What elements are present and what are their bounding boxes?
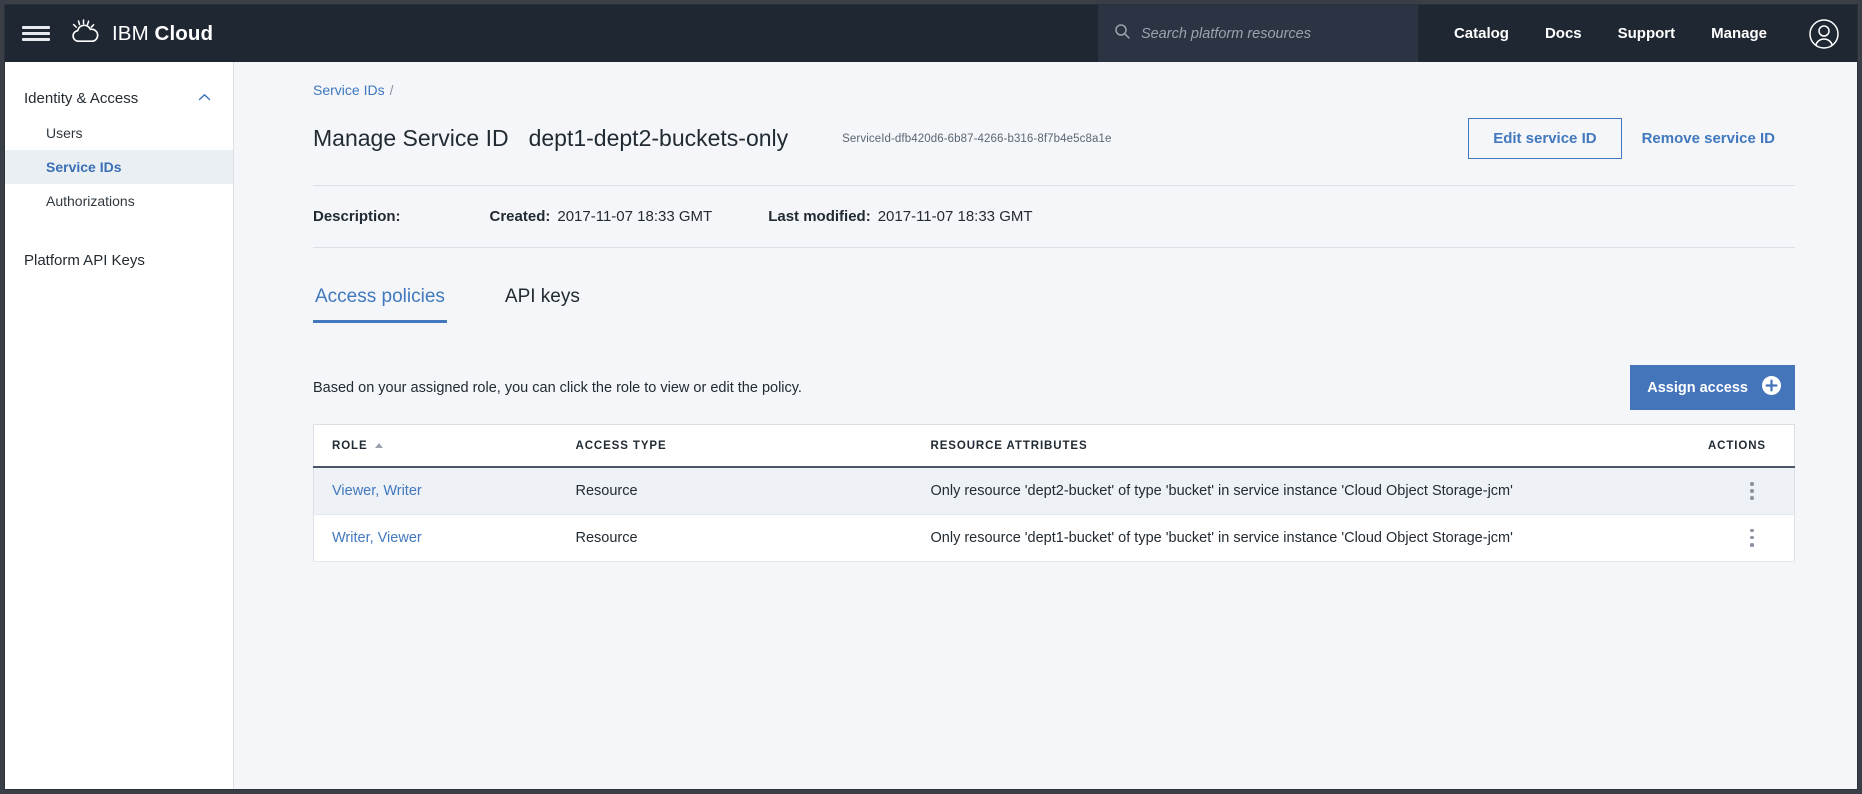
hamburger-bar <box>22 32 50 35</box>
tab-bar: Access policies API keys <box>313 248 1795 323</box>
overflow-menu-icon[interactable] <box>1750 482 1754 500</box>
brand-title: IBM Cloud <box>112 22 213 46</box>
nav-link-manage[interactable]: Manage <box>1693 5 1785 62</box>
plus-circle-icon <box>1762 376 1781 399</box>
nav-link-support[interactable]: Support <box>1600 5 1694 62</box>
assign-access-button[interactable]: Assign access <box>1630 365 1795 410</box>
page-title-actions: Edit service ID Remove service ID <box>1468 118 1795 159</box>
search-placeholder: Search platform resources <box>1140 25 1311 42</box>
last-modified-block: Last modified: 2017-11-07 18:33 GMT <box>768 208 1032 225</box>
role-link[interactable]: Viewer, Writer <box>332 483 422 499</box>
sidebar-item-authorizations[interactable]: Authorizations <box>5 184 233 218</box>
cell-access-type: Resource <box>563 467 919 515</box>
ibm-cloud-brand[interactable]: IBM Cloud <box>67 5 233 62</box>
user-avatar-icon[interactable] <box>1791 5 1857 62</box>
cell-access-type: Resource <box>563 514 919 562</box>
nav-link-docs[interactable]: Docs <box>1527 5 1600 62</box>
created-block: Created: 2017-11-07 18:33 GMT <box>490 208 713 225</box>
chevron-up-icon[interactable] <box>198 89 211 107</box>
cell-resource-attributes: Only resource 'dept1-bucket' of type 'bu… <box>918 514 1620 562</box>
table-toolbar: Based on your assigned role, you can cli… <box>313 323 1795 424</box>
tab-access-policies[interactable]: Access policies <box>313 278 447 323</box>
description-label: Description: <box>313 208 401 225</box>
table-row[interactable]: Viewer, Writer Resource Only resource 'd… <box>313 467 1795 515</box>
column-header-role-label: ROLE <box>332 440 368 452</box>
search-input[interactable]: Search platform resources <box>1097 5 1418 62</box>
last-modified-label: Last modified: <box>768 208 871 225</box>
created-value: 2017-11-07 18:33 GMT <box>557 208 713 225</box>
edit-service-id-button[interactable]: Edit service ID <box>1468 118 1622 159</box>
page-title-row: Manage Service ID dept1-dept2-buckets-on… <box>313 98 1795 186</box>
top-navigation-bar: IBM Cloud Search platform resources Cata… <box>5 5 1857 62</box>
created-label: Created: <box>489 208 551 225</box>
brand-prefix: IBM <box>112 21 149 45</box>
remove-service-id-button[interactable]: Remove service ID <box>1622 119 1795 158</box>
table-hint-text: Based on your assigned role, you can cli… <box>313 379 802 396</box>
metadata-row: Description: Created: 2017-11-07 18:33 G… <box>313 186 1795 248</box>
last-modified-value: 2017-11-07 18:33 GMT <box>877 208 1033 225</box>
table-row[interactable]: Writer, Viewer Resource Only resource 'd… <box>313 514 1795 562</box>
hamburger-bar <box>22 38 50 41</box>
breadcrumb-separator: / <box>389 82 394 98</box>
cell-actions <box>1619 467 1795 515</box>
cell-actions <box>1619 514 1795 562</box>
nav-link-catalog[interactable]: Catalog <box>1436 5 1527 62</box>
page-title: Manage Service ID <box>313 125 509 151</box>
service-id-guid: ServiceId-dfb420d6-6b87-4266-b316-8f7b4e… <box>842 132 1112 145</box>
search-icon <box>1114 23 1131 45</box>
ibm-cloud-logo-icon <box>67 17 101 50</box>
hamburger-bar <box>22 26 50 29</box>
breadcrumb: Service IDs / <box>313 62 1795 98</box>
role-link[interactable]: Writer, Viewer <box>332 530 422 546</box>
page-body: Identity & Access Users Service IDs Auth… <box>5 62 1857 789</box>
sidebar-item-platform-api-keys[interactable]: Platform API Keys <box>5 241 233 280</box>
table-header-row: ROLE ACCESS TYPE RESOURCE ATTRIBUTES ACT… <box>313 424 1795 468</box>
access-policies-table: ROLE ACCESS TYPE RESOURCE ATTRIBUTES ACT… <box>313 424 1795 562</box>
column-header-resource-attributes[interactable]: RESOURCE ATTRIBUTES <box>918 424 1620 468</box>
sidebar-item-users[interactable]: Users <box>5 116 233 150</box>
brand-suffix: Cloud <box>154 21 214 45</box>
column-header-actions: ACTIONS <box>1619 424 1795 468</box>
application-window: IBM Cloud Search platform resources Cata… <box>4 4 1858 790</box>
sidebar: Identity & Access Users Service IDs Auth… <box>5 62 234 789</box>
topnav-links: Catalog Docs Support Manage <box>1418 5 1791 62</box>
overflow-menu-icon[interactable] <box>1750 528 1754 547</box>
main-content: Service IDs / Manage Service ID dept1-dep… <box>234 62 1857 789</box>
description-block: Description: <box>313 208 408 225</box>
topnav-spacer <box>233 5 1098 62</box>
table-body: Viewer, Writer Resource Only resource 'd… <box>313 467 1795 562</box>
hamburger-menu-icon[interactable] <box>5 5 67 62</box>
sidebar-group-identity-and-access[interactable]: Identity & Access <box>5 80 233 116</box>
cell-role: Viewer, Writer <box>313 467 564 515</box>
assign-access-label: Assign access <box>1647 379 1748 396</box>
cell-role: Writer, Viewer <box>313 514 564 562</box>
caret-up-icon[interactable] <box>374 443 383 448</box>
table-header: ROLE ACCESS TYPE RESOURCE ATTRIBUTES ACT… <box>313 424 1795 468</box>
tab-api-keys[interactable]: API keys <box>503 278 582 323</box>
breadcrumb-item-service-ids[interactable]: Service IDs <box>313 82 385 98</box>
cell-resource-attributes: Only resource 'dept2-bucket' of type 'bu… <box>918 467 1620 515</box>
sidebar-group-label: Identity & Access <box>24 89 139 107</box>
column-header-access-type[interactable]: ACCESS TYPE <box>563 424 919 468</box>
column-header-role[interactable]: ROLE <box>313 424 564 468</box>
service-id-name: dept1-dept2-buckets-only <box>528 125 789 151</box>
sidebar-item-service-ids[interactable]: Service IDs <box>5 150 233 184</box>
